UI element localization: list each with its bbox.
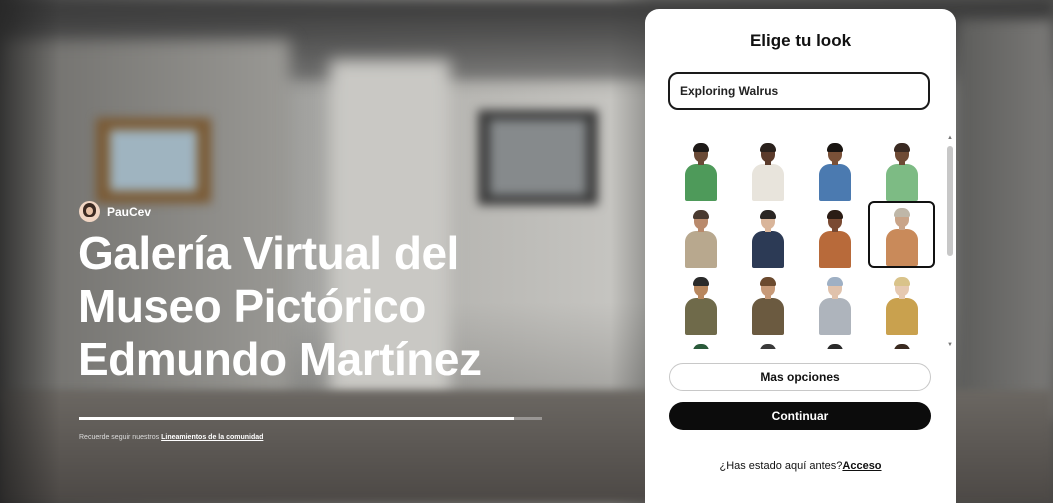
avatar-figure xyxy=(679,143,723,201)
avatar-grid-viewport xyxy=(667,134,945,349)
been-here-label: ¿Has estado aquí antes? xyxy=(719,460,843,472)
avatar-option[interactable] xyxy=(667,268,734,335)
avatar-figure xyxy=(746,344,790,349)
avatar-figure xyxy=(880,208,924,266)
avatar-option[interactable] xyxy=(667,201,734,268)
avatar-figure xyxy=(746,277,790,335)
avatar-grid xyxy=(667,134,935,349)
community-guidelines-link[interactable]: Lineamientos de la comunidad xyxy=(161,434,263,441)
panel-title: Elige tu look xyxy=(749,31,852,50)
continue-button[interactable]: Continuar xyxy=(669,402,931,430)
avatar-figure xyxy=(813,277,857,335)
scroll-down-arrow-icon[interactable]: ▼ xyxy=(947,341,953,349)
avatar-figure xyxy=(880,344,924,349)
avatar-option[interactable] xyxy=(868,268,935,335)
login-link[interactable]: Acceso xyxy=(842,460,881,472)
avatar-option[interactable] xyxy=(734,134,801,201)
author-avatar xyxy=(79,201,100,222)
community-prefix: Recuerde seguir nuestros xyxy=(79,434,162,441)
avatar-figure xyxy=(880,143,924,201)
avatar-option[interactable] xyxy=(801,335,868,349)
painting-frame xyxy=(478,110,598,205)
avatar-figure xyxy=(679,277,723,335)
avatar-option[interactable] xyxy=(868,201,935,268)
author-name: PauCev xyxy=(107,204,152,219)
avatar-option[interactable] xyxy=(868,134,935,201)
space-title: Galería Virtual del Museo Pictórico Edmu… xyxy=(78,227,482,385)
avatar-option[interactable] xyxy=(801,268,868,335)
painting-frame xyxy=(96,118,211,203)
choose-look-panel: Elige tu look ▲ ▼ Mas opciones Continuar… xyxy=(645,9,956,503)
right-wall xyxy=(958,20,1053,420)
space-author: PauCev xyxy=(79,201,151,222)
avatar-option[interactable] xyxy=(734,268,801,335)
avatar-option[interactable] xyxy=(801,201,868,268)
scroll-up-arrow-icon[interactable]: ▲ xyxy=(947,134,953,142)
more-options-button[interactable]: Mas opciones xyxy=(669,363,931,391)
avatar-figure xyxy=(813,210,857,268)
avatar-option[interactable] xyxy=(667,134,734,201)
display-name-input[interactable] xyxy=(668,72,930,110)
avatar-option[interactable] xyxy=(734,335,801,349)
avatar-option[interactable] xyxy=(667,335,734,349)
avatar-figure xyxy=(880,277,924,335)
avatar-grid-scrollbar[interactable]: ▲ ▼ xyxy=(947,134,953,349)
avatar-figure xyxy=(813,344,857,349)
avatar-figure xyxy=(746,143,790,201)
loading-progress-fill xyxy=(79,417,515,420)
avatar-figure xyxy=(679,344,723,349)
avatar-option[interactable] xyxy=(734,201,801,268)
returning-user-text: ¿Has estado aquí antes?Acceso xyxy=(645,460,956,472)
vignette xyxy=(0,0,60,503)
scrollbar-thumb[interactable] xyxy=(947,146,953,256)
avatar-option[interactable] xyxy=(868,335,935,349)
avatar-figure xyxy=(746,210,790,268)
community-guidelines-text: Recuerde seguir nuestros Lineamientos de… xyxy=(79,434,263,441)
avatar-option[interactable] xyxy=(801,134,868,201)
avatar-figure xyxy=(679,210,723,268)
loading-progress-bar xyxy=(79,417,542,420)
avatar-figure xyxy=(813,143,857,201)
